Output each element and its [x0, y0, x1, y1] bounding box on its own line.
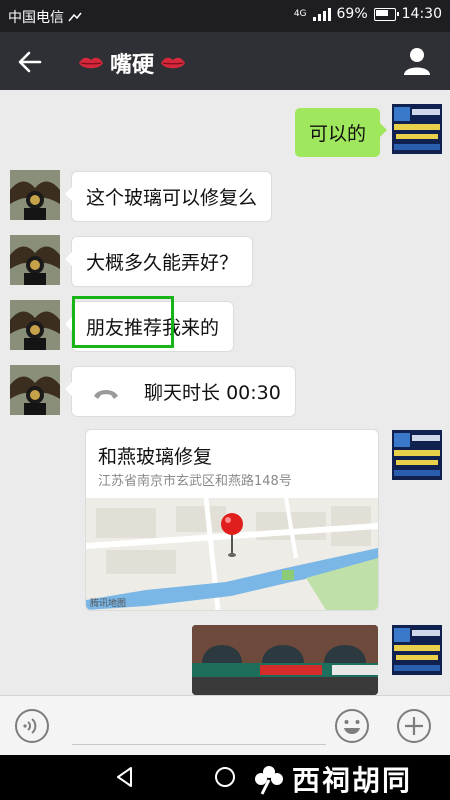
- message-input[interactable]: [72, 708, 326, 745]
- call-duration: 聊天时长 00:30: [144, 382, 281, 404]
- carrier-name: 中国电信: [8, 10, 64, 26]
- call-record-bubble[interactable]: 聊天时长 00:30: [65, 367, 295, 416]
- message-text: 大概多久能弄好？: [86, 252, 239, 274]
- watermark: 西祠胡同: [252, 759, 412, 799]
- lips-icon: [79, 57, 103, 69]
- lips-icon: [161, 57, 186, 69]
- status-bar: 中国电信 4G 69% 14:30: [0, 0, 450, 32]
- network-type: 4G: [293, 8, 307, 19]
- flower-logo-icon: [255, 766, 283, 795]
- chat-title-text: 嘴硬: [110, 53, 155, 78]
- signal-icon: [312, 7, 331, 21]
- emoji-icon[interactable]: [334, 708, 370, 744]
- image-message[interactable]: [192, 625, 378, 695]
- system-nav-bar: 西祠胡同: [0, 755, 450, 800]
- battery-icon: [373, 7, 399, 21]
- eagle-avatar-icon: [10, 235, 60, 285]
- phone-icon: [94, 389, 118, 399]
- avatar[interactable]: [10, 365, 60, 415]
- wechat-chat-screen: 中国电信 4G 69% 14:30 嘴硬 可以的 这个玻璃可以修复么 大概多久能…: [0, 0, 450, 800]
- status-right: 4G 69% 14:30: [294, 6, 442, 22]
- shop-avatar-icon: [392, 625, 442, 675]
- arrow-left-icon[interactable]: [14, 46, 46, 78]
- avatar[interactable]: [10, 170, 60, 220]
- eagle-avatar-icon: [10, 170, 60, 220]
- input-bar: [0, 695, 450, 756]
- shop-photo: [192, 625, 378, 695]
- carrier: 中国电信: [8, 7, 82, 27]
- message-text: 朋友推荐我来的: [86, 317, 220, 339]
- avatar[interactable]: [392, 430, 442, 480]
- avatar[interactable]: [10, 235, 60, 285]
- battery-percent: 69%: [336, 6, 368, 22]
- nav-home-icon[interactable]: [213, 765, 237, 789]
- message-bubble-received[interactable]: 朋友推荐我来的: [64, 302, 234, 351]
- nav-back-icon[interactable]: [113, 765, 137, 789]
- location-address: 江苏省南京市玄武区和燕路148号: [98, 474, 292, 489]
- message-list[interactable]: 可以的 这个玻璃可以修复么 大概多久能弄好？ 朋友推荐我来的 聊天时长 00:3…: [0, 90, 450, 695]
- shop-avatar-icon: [392, 104, 442, 154]
- usb-icon: [68, 12, 82, 22]
- voice-icon[interactable]: [14, 708, 50, 744]
- message-bubble-received[interactable]: 这个玻璃可以修复么: [64, 172, 272, 221]
- clock: 14:30: [401, 6, 442, 22]
- message-text: 这个玻璃可以修复么: [86, 187, 258, 209]
- chat-title: 嘴硬: [78, 47, 186, 79]
- message-bubble-received[interactable]: 大概多久能弄好？: [64, 237, 253, 286]
- message-text: 可以的: [308, 123, 366, 145]
- avatar[interactable]: [392, 625, 442, 675]
- plus-icon[interactable]: [396, 708, 432, 744]
- person-icon[interactable]: [402, 45, 432, 77]
- eagle-avatar-icon: [10, 365, 60, 415]
- map-thumbnail: [86, 498, 378, 610]
- avatar[interactable]: [10, 300, 60, 350]
- location-card[interactable]: 和燕玻璃修复 江苏省南京市玄武区和燕路148号 腾讯地图: [86, 430, 378, 610]
- eagle-avatar-icon: [10, 300, 60, 350]
- map-credit: 腾讯地图: [90, 599, 127, 609]
- location-title: 和燕玻璃修复: [98, 446, 213, 468]
- shop-avatar-icon: [392, 430, 442, 480]
- watermark-text: 西祠胡同: [292, 764, 413, 797]
- avatar[interactable]: [392, 104, 442, 154]
- message-bubble-sent[interactable]: 可以的: [294, 108, 388, 157]
- title-bar: 嘴硬: [0, 32, 450, 90]
